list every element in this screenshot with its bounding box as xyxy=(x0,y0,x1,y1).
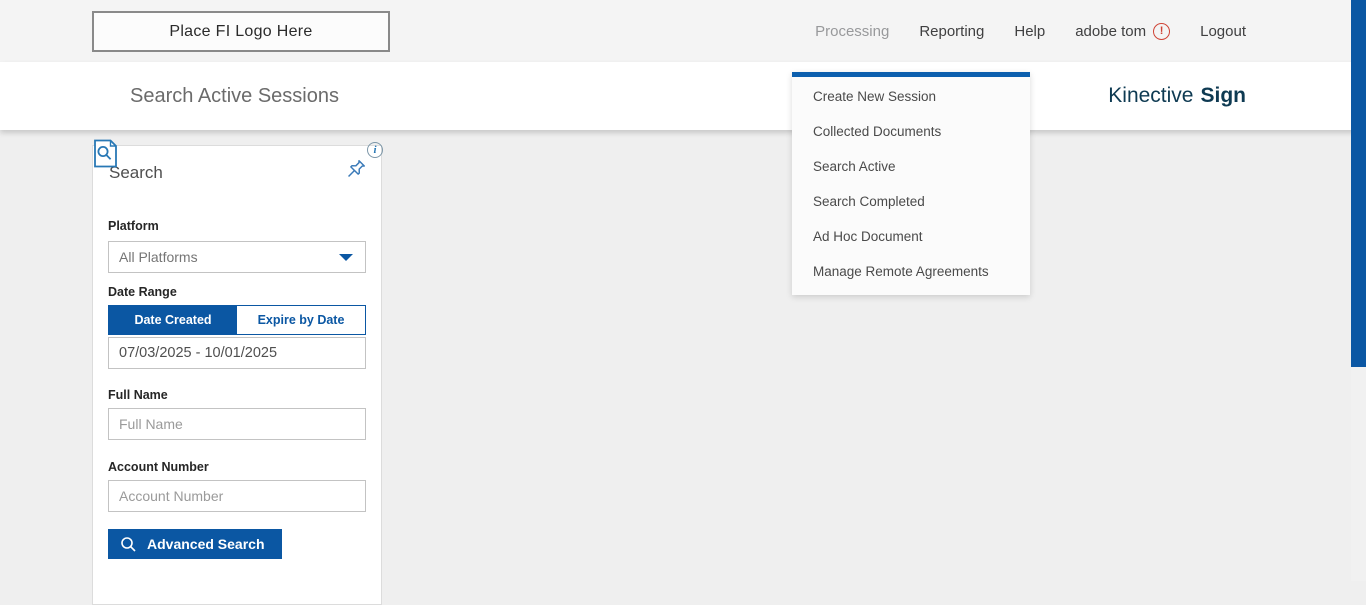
search-panel: Search Platform All Platforms Date Range… xyxy=(92,145,382,605)
info-icon[interactable]: i xyxy=(367,142,383,158)
nav-item-help[interactable]: Help xyxy=(1014,23,1045,40)
top-nav: Processing Reporting Help adobe tom ! Lo… xyxy=(815,0,1246,62)
tab-expire-by-date[interactable]: Expire by Date xyxy=(237,306,365,334)
menu-item-create-new-session[interactable]: Create New Session xyxy=(792,79,1030,114)
full-name-label: Full Name xyxy=(108,388,366,402)
search-icon xyxy=(120,536,137,553)
advanced-search-button[interactable]: Advanced Search xyxy=(108,529,282,559)
tab-date-created[interactable]: Date Created xyxy=(109,306,237,334)
brand-product: Sign xyxy=(1201,84,1247,108)
menu-item-search-completed[interactable]: Search Completed xyxy=(792,184,1030,219)
top-bar: Place FI Logo Here Processing Reporting … xyxy=(0,0,1366,62)
processing-dropdown-menu: Create New Session Collected Documents S… xyxy=(792,72,1030,295)
date-range-toggle: Date Created Expire by Date xyxy=(108,305,366,335)
page-header-bar: Search Active Sessions i Kinective Sign xyxy=(0,62,1366,130)
menu-item-manage-remote-agreements[interactable]: Manage Remote Agreements xyxy=(792,254,1030,289)
page-title: Search Active Sessions xyxy=(130,62,339,130)
platform-select[interactable]: All Platforms xyxy=(108,241,366,273)
scrollbar-thumb[interactable] xyxy=(1351,0,1366,367)
nav-item-logout[interactable]: Logout xyxy=(1200,23,1246,40)
platform-label: Platform xyxy=(108,219,366,233)
full-name-input[interactable] xyxy=(108,408,366,440)
platform-selected-value: All Platforms xyxy=(119,249,339,265)
nav-item-user[interactable]: adobe tom ! xyxy=(1075,23,1170,40)
brand-logo: Kinective Sign xyxy=(1108,62,1246,130)
nav-item-processing[interactable]: Processing xyxy=(815,23,889,40)
menu-item-search-active[interactable]: Search Active xyxy=(792,149,1030,184)
menu-item-collected-documents[interactable]: Collected Documents xyxy=(792,114,1030,149)
warning-icon: ! xyxy=(1153,23,1170,40)
account-number-label: Account Number xyxy=(108,460,366,474)
menu-item-ad-hoc-document[interactable]: Ad Hoc Document xyxy=(792,219,1030,254)
search-document-icon xyxy=(93,139,118,173)
date-range-input[interactable] xyxy=(108,337,366,369)
fi-logo-placeholder: Place FI Logo Here xyxy=(92,11,390,52)
vertical-scrollbar[interactable] xyxy=(1351,0,1366,581)
pin-icon[interactable] xyxy=(341,157,368,189)
chevron-down-icon xyxy=(339,254,353,261)
brand-name: Kinective xyxy=(1108,84,1193,108)
fi-logo-text: Place FI Logo Here xyxy=(169,23,312,41)
search-panel-header: Search xyxy=(108,163,366,189)
nav-item-reporting[interactable]: Reporting xyxy=(919,23,984,40)
advanced-search-label: Advanced Search xyxy=(147,536,265,552)
date-range-label: Date Range xyxy=(108,285,366,299)
account-number-input[interactable] xyxy=(108,480,366,512)
